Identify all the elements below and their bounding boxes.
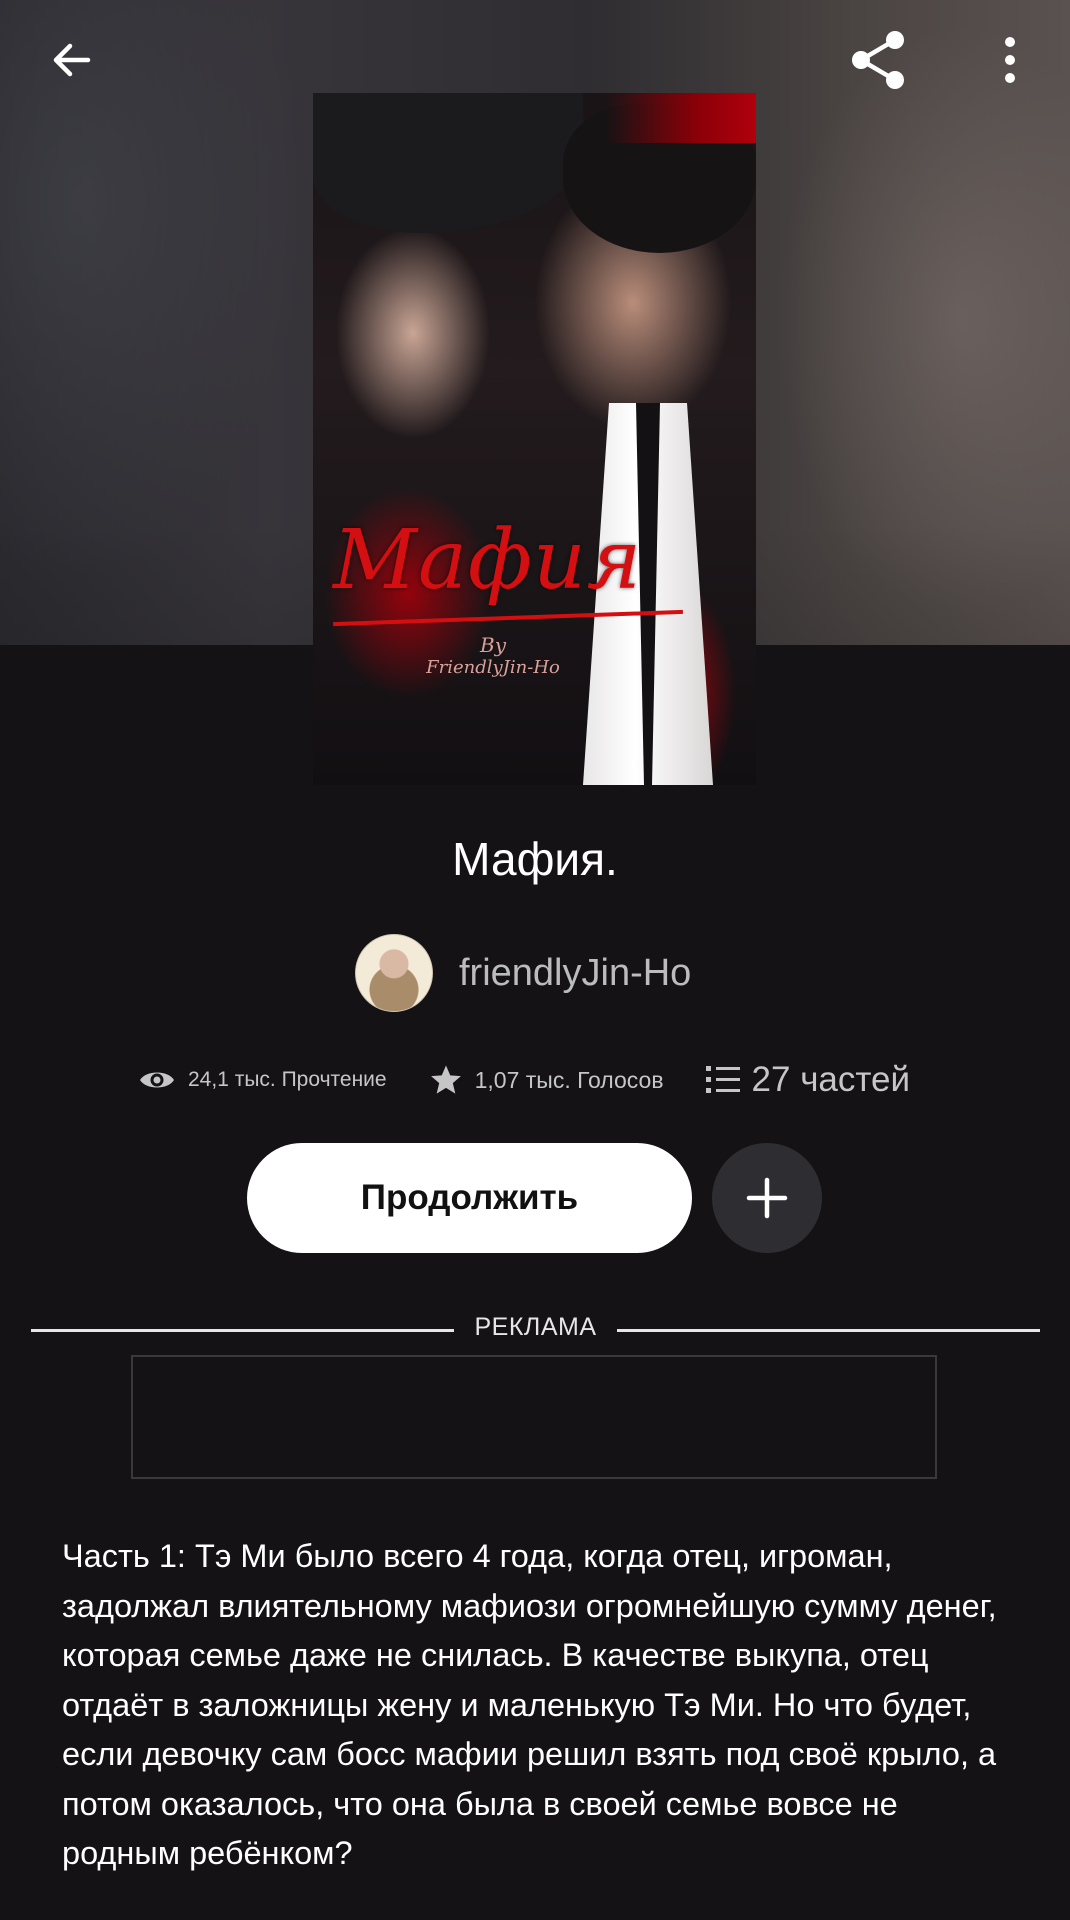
star-icon	[430, 1065, 461, 1094]
parts-count: 27 частей	[751, 1060, 911, 1099]
ad-slot[interactable]	[131, 1355, 937, 1479]
ad-divider-left	[31, 1329, 454, 1332]
cover-by: By	[480, 633, 506, 657]
ad-label: РЕКЛАМА	[474, 1313, 597, 1341]
continue-label: Продолжить	[360, 1178, 579, 1217]
story-description: Часть 1: Тэ Ми было всего 4 года, когда …	[62, 1538, 997, 1871]
plus-icon	[746, 1177, 788, 1219]
author-name: friendlyJin-Ho	[459, 951, 692, 994]
story-title: Мафия.	[452, 833, 618, 885]
cover-author: FriendlyJin-Ho	[426, 657, 560, 678]
more-options-button[interactable]	[970, 20, 1050, 100]
share-icon	[852, 31, 904, 89]
ad-divider-right	[617, 1329, 1040, 1332]
votes-count: 1,07 тыс. Голосов	[474, 1066, 664, 1093]
parts-button[interactable]: 27 частей	[705, 1060, 911, 1100]
reads-stat: 24,1 тыс. Прочтение	[138, 1067, 387, 1093]
story-cover: Мафия By FriendlyJin-Ho	[313, 93, 756, 785]
list-icon	[705, 1066, 740, 1093]
votes-stat: 1,07 тыс. Голосов	[429, 1063, 664, 1097]
eye-icon	[140, 1072, 174, 1088]
back-button[interactable]	[32, 20, 112, 100]
cover-art-shape	[606, 93, 756, 143]
add-to-library-button[interactable]	[712, 1143, 822, 1253]
author-link[interactable]: friendlyJin-Ho	[355, 934, 691, 1012]
continue-reading-button[interactable]: Продолжить	[247, 1143, 692, 1253]
cover-art-shape	[313, 93, 583, 233]
arrow-left-icon	[53, 43, 91, 77]
vertical-dots-icon	[1005, 37, 1015, 83]
share-button[interactable]	[838, 20, 918, 100]
reads-count: 24,1 тыс. Прочтение	[188, 1068, 387, 1091]
cover-title: Мафия	[333, 513, 643, 608]
story-stats: 24,1 тыс. Прочтение 1,07 тыс. Голосов 27…	[138, 1052, 910, 1108]
avatar	[355, 934, 433, 1012]
